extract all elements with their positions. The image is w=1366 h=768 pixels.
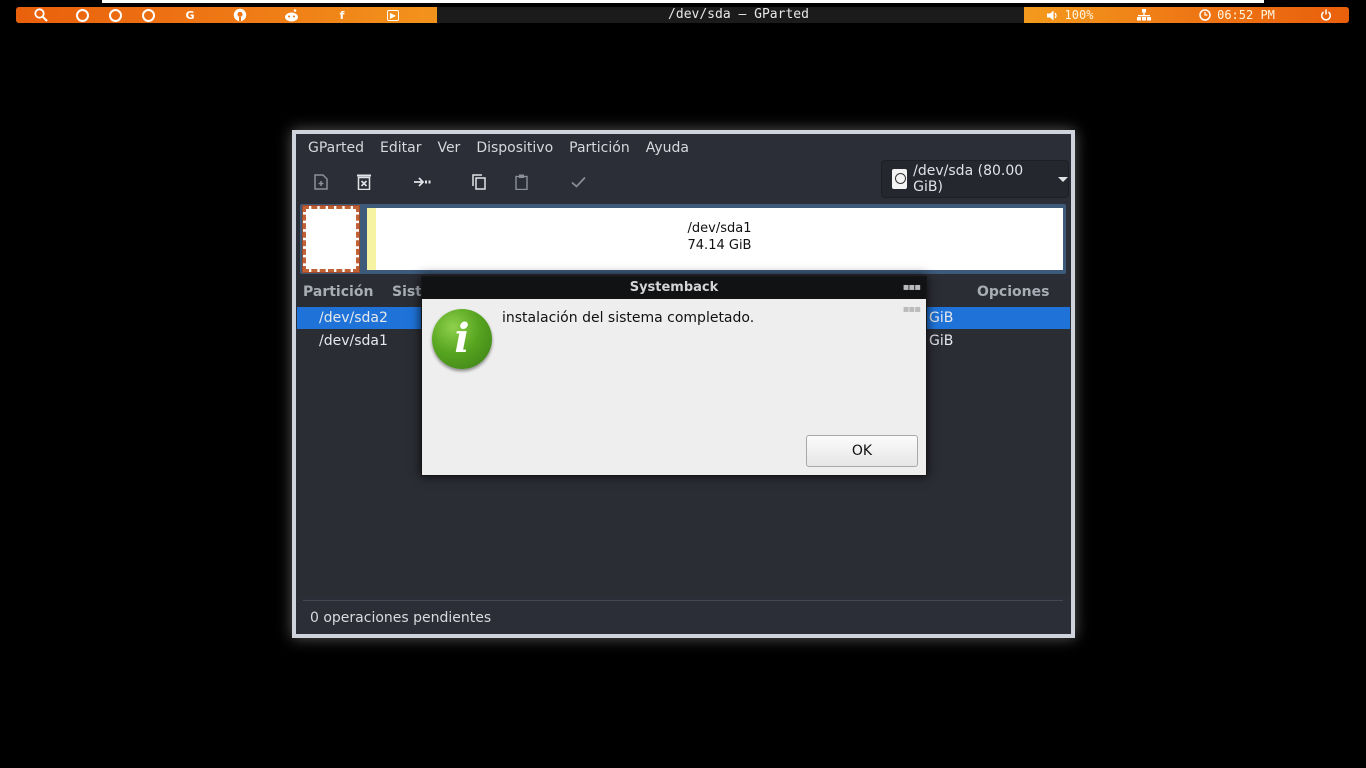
panel-window-title: /dev/sda – GParted — [668, 7, 809, 22]
dialog-message: instalación del sistema completado. — [502, 310, 755, 326]
apply-icon[interactable] — [563, 168, 593, 196]
status-divider — [303, 600, 1063, 601]
top-panel: G f ▶ /dev/sda – GParted 100% 06:52 PM — [16, 7, 1349, 23]
github-icon[interactable] — [215, 7, 265, 23]
speaker-icon — [1046, 10, 1057, 20]
clock[interactable]: 06:52 PM — [1172, 7, 1302, 23]
facebook-icon[interactable]: f — [317, 7, 367, 23]
menu-particion[interactable]: Partición — [561, 140, 638, 156]
chevron-down-icon — [1058, 176, 1068, 182]
top-edge-line — [102, 0, 1264, 3]
systemback-dialog: Systemback ▪▪▪ ▪▪▪ i instalación del sist… — [421, 276, 927, 476]
circle-icon[interactable] — [66, 7, 99, 23]
resize-move-icon[interactable] — [407, 168, 437, 196]
search-icon[interactable] — [16, 7, 66, 23]
network-icon[interactable] — [1116, 7, 1172, 23]
youtube-icon[interactable]: ▶ — [367, 7, 419, 23]
panel-status: 100% 06:52 PM — [1024, 7, 1349, 23]
menu-dispositivo[interactable]: Dispositivo — [468, 140, 561, 156]
info-icon: i — [432, 309, 492, 369]
copy-icon[interactable] — [464, 168, 494, 196]
delete-partition-icon[interactable] — [349, 168, 379, 196]
ok-button[interactable]: OK — [806, 435, 918, 467]
grip-icon[interactable]: ▪▪▪ ▪▪▪ — [903, 277, 921, 321]
row-size: GiB — [929, 310, 954, 326]
clock-time: 06:52 PM — [1217, 8, 1275, 22]
harddisk-icon — [892, 169, 908, 189]
row-partition: /dev/sda2 — [319, 310, 388, 326]
circle-icon[interactable] — [99, 7, 132, 23]
column-header-filesystem[interactable]: Sist — [392, 284, 422, 300]
status-bar: 0 operaciones pendientes — [310, 610, 492, 626]
partition-map: /dev/sda1 74.14 GiB — [300, 204, 1066, 274]
panel-launchers: G f ▶ — [16, 7, 437, 23]
partition-map-sda1[interactable]: /dev/sda1 74.14 GiB — [367, 208, 1063, 270]
menu-editar[interactable]: Editar — [372, 140, 429, 156]
row-partition: /dev/sda1 — [319, 333, 388, 349]
column-header-options[interactable]: Opciones — [977, 284, 1049, 300]
volume-indicator[interactable]: 100% — [1024, 7, 1116, 23]
dialog-titlebar[interactable]: Systemback ▪▪▪ ▪▪▪ — [422, 277, 926, 315]
power-icon[interactable] — [1302, 7, 1349, 23]
row-size: GiB — [929, 333, 954, 349]
clock-icon — [1199, 9, 1211, 21]
volume-level: 100% — [1064, 8, 1094, 22]
new-partition-icon[interactable] — [306, 168, 336, 196]
circle-icon[interactable] — [132, 7, 165, 23]
paste-icon[interactable] — [506, 168, 536, 196]
dialog-title: Systemback — [629, 280, 719, 295]
menu-ayuda[interactable]: Ayuda — [638, 140, 697, 156]
column-header-partition[interactable]: Partición — [303, 284, 373, 300]
partition-map-sda2[interactable] — [302, 205, 360, 273]
reddit-icon[interactable] — [265, 7, 317, 23]
partition-map-size: 74.14 GiB — [687, 238, 752, 253]
google-icon[interactable]: G — [165, 7, 215, 23]
menu-gparted[interactable]: GParted — [300, 140, 372, 156]
device-selector-label: /dev/sda (80.00 GiB) — [913, 163, 1024, 195]
menu-bar: GParted Editar Ver Dispositivo Partición… — [296, 134, 1071, 162]
device-selector[interactable]: /dev/sda (80.00 GiB) — [881, 160, 1069, 198]
menu-ver[interactable]: Ver — [429, 140, 468, 156]
partition-map-name: /dev/sda1 — [687, 221, 752, 236]
